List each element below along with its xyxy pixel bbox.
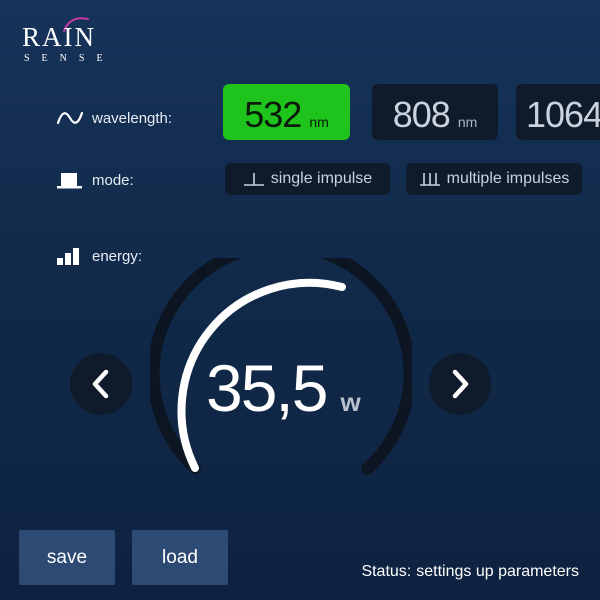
bars-icon (56, 245, 84, 267)
chevron-left-icon (92, 369, 109, 399)
wavelength-value: 1064 (526, 94, 600, 135)
energy-value: 35,5 (206, 351, 328, 425)
multiple-impulses-button[interactable]: multiple impulses (406, 163, 582, 195)
pulse-icon (56, 169, 84, 191)
status-text: Status: settings up parameters (361, 563, 579, 581)
logo-sub-text: SENSE (24, 53, 115, 64)
load-button[interactable]: load (132, 530, 228, 585)
wavelength-value: 532 (244, 94, 302, 135)
single-impulse-button[interactable]: single impulse (225, 163, 390, 195)
multiple-impulses-icon (419, 173, 440, 186)
mode-label-row: mode: (56, 167, 134, 193)
single-impulse-label: single impulse (270, 170, 373, 187)
mode-label: mode: (92, 171, 134, 189)
multiple-impulses-label: multiple impulses (446, 170, 570, 187)
wavelength-unit: nm (309, 114, 329, 130)
energy-label-row: energy: (56, 243, 142, 269)
energy-increase-button[interactable] (429, 353, 491, 415)
energy-decrease-button[interactable] (70, 353, 132, 415)
status-label: Status: (361, 563, 412, 580)
status-value: settings up parameters (416, 563, 579, 580)
wavelength-532-button[interactable]: 532 nm (223, 84, 350, 140)
save-button[interactable]: save (19, 530, 115, 585)
wavelength-unit: nm (457, 114, 478, 130)
chevron-right-icon (452, 369, 469, 399)
energy-unit: w (340, 387, 361, 417)
wave-icon (56, 107, 84, 129)
energy-label: energy: (92, 247, 143, 265)
wavelength-808-button[interactable]: 808 nm (372, 84, 498, 140)
logo-main-text: RAIN (22, 22, 96, 52)
rainsense-logo: RAIN SENSE (22, 14, 118, 64)
wavelength-label-row: wavelength: (56, 105, 172, 131)
single-impulse-icon (243, 173, 264, 186)
wavelength-label: wavelength: (92, 109, 173, 127)
wavelength-value: 808 (392, 94, 451, 135)
wavelength-1064-button[interactable]: 1064 (516, 84, 600, 140)
energy-readout: 35,5 w (206, 350, 361, 426)
